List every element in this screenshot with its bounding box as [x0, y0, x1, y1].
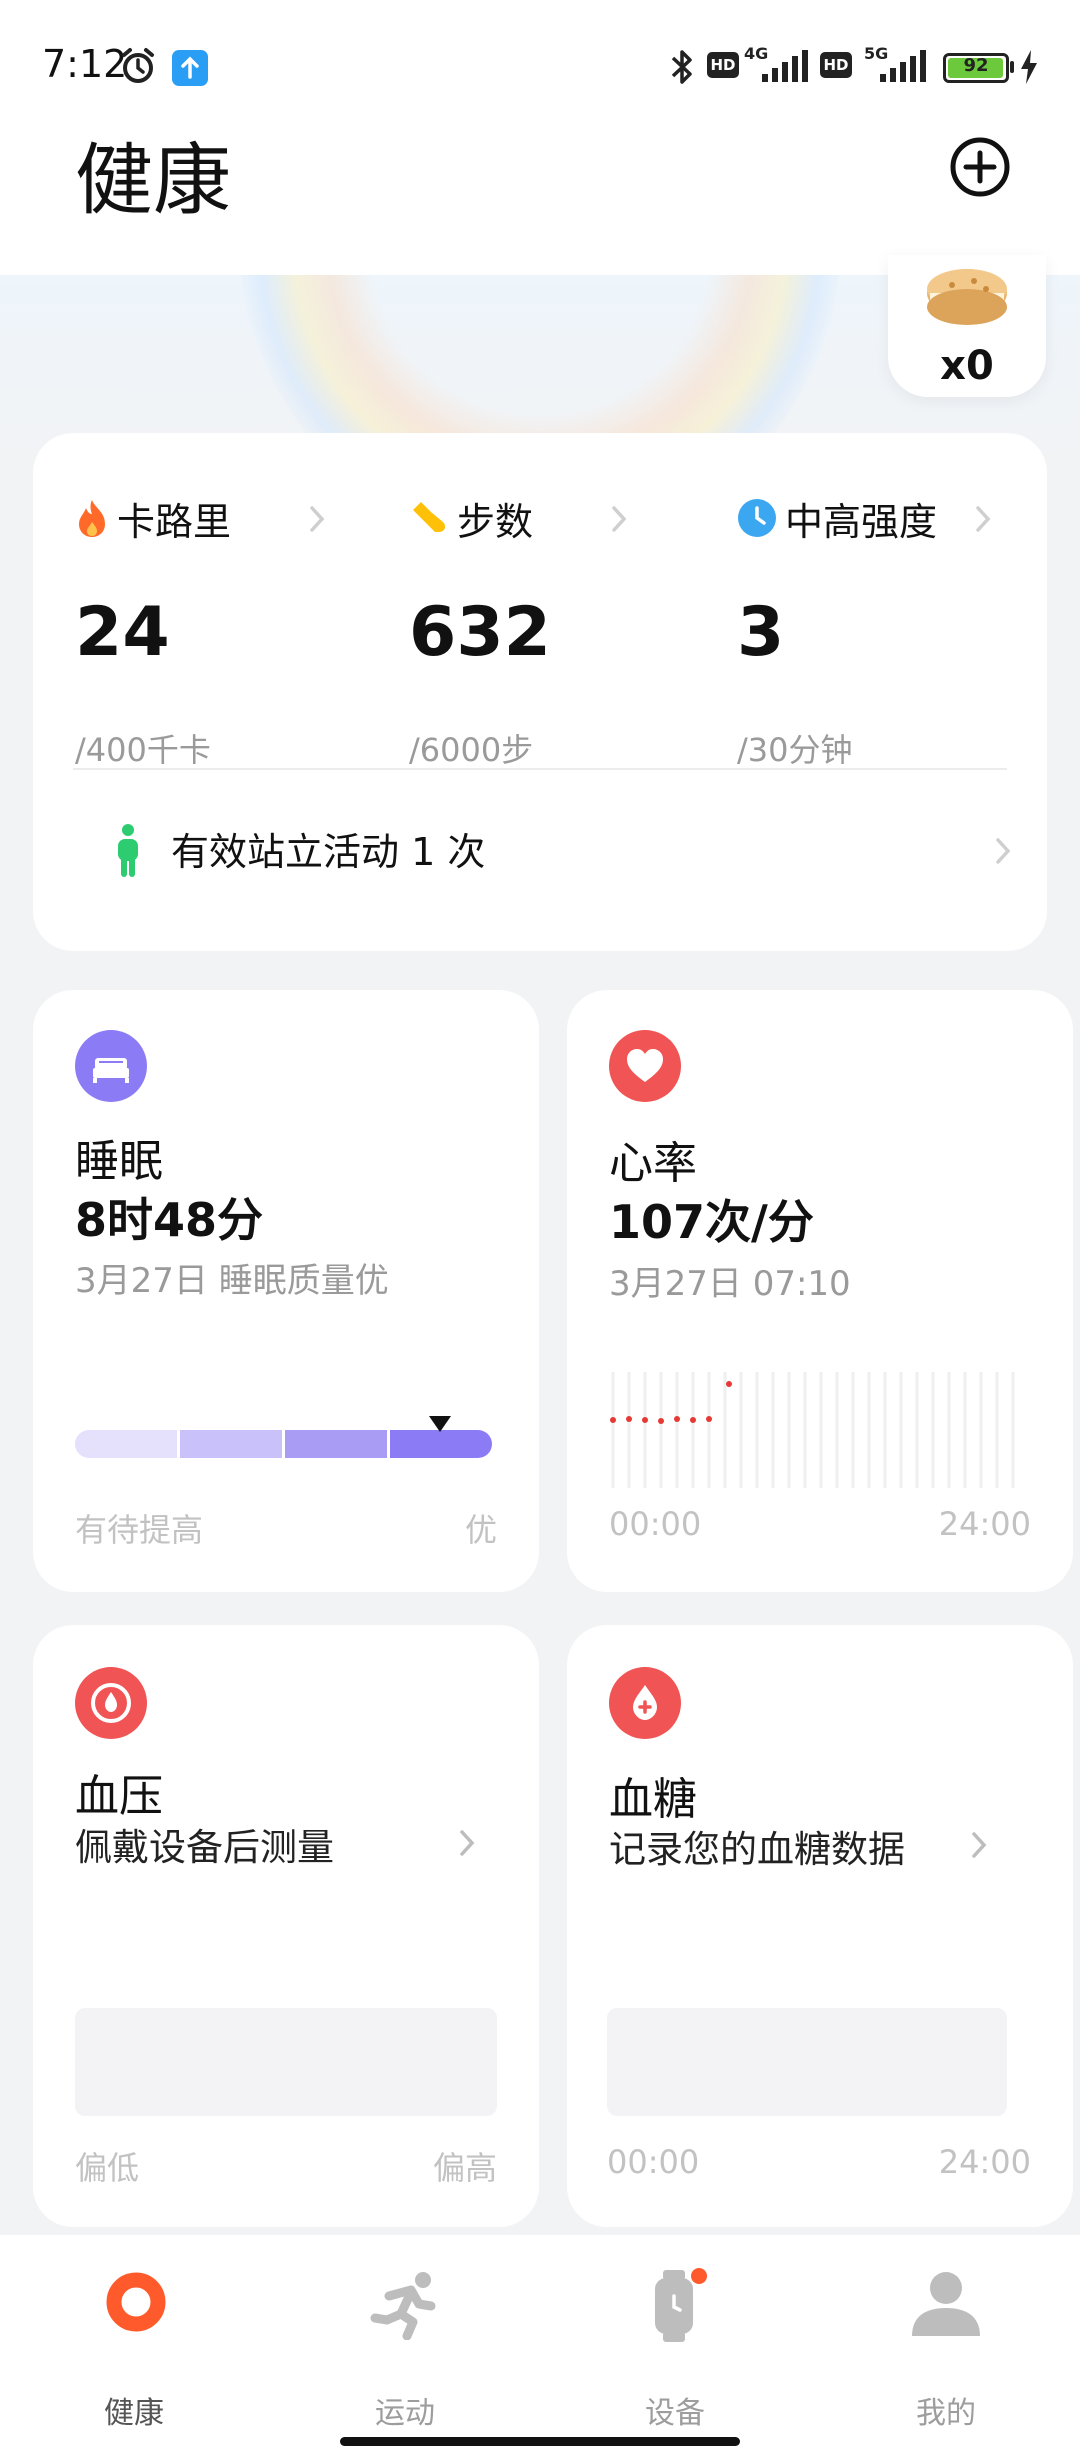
- stand-activity-row[interactable]: 有效站立活动 1 次: [73, 811, 1011, 891]
- tab-profile[interactable]: 我的: [846, 2270, 1046, 2431]
- chevron-right-icon: [612, 506, 627, 532]
- steps-goal: /6000步: [409, 731, 534, 769]
- steps-label: 步数: [457, 499, 534, 544]
- upload-notification-icon: [172, 50, 208, 86]
- quality-marker-icon: [429, 1416, 451, 1432]
- profile-icon: [912, 2272, 980, 2336]
- header: 7:12 HD 4G HD 5G 92 健康: [0, 0, 1080, 275]
- blood-sugar-title: 血糖: [609, 1774, 697, 1825]
- quality-segment: [75, 1430, 177, 1458]
- add-button[interactable]: [948, 135, 1012, 199]
- hd-badge-1: HD: [707, 52, 739, 78]
- blood-pressure-icon: [75, 1667, 147, 1739]
- shoe-icon: [413, 502, 446, 532]
- quality-segment: [180, 1430, 282, 1458]
- bottom-tab-bar: 健康 运动 设备 我的: [0, 2235, 1080, 2460]
- tab-health[interactable]: 健康: [34, 2270, 234, 2431]
- calories-label: 卡路里: [117, 499, 232, 544]
- tab-devices-label: 设备: [645, 2396, 705, 2431]
- blood-drop-icon: [609, 1667, 681, 1739]
- chevron-right-icon: [972, 1832, 987, 1858]
- flame-icon: [79, 500, 105, 537]
- chevron-right-icon: [976, 506, 991, 532]
- quality-segment: [285, 1430, 387, 1458]
- calories-goal: /400千卡: [75, 731, 211, 769]
- chevron-right-icon: [310, 506, 325, 532]
- sleep-duration: 8时48分: [75, 1193, 264, 1247]
- tab-health-label: 健康: [104, 2396, 164, 2431]
- sleep-date-quality: 3月27日 睡眠质量优: [75, 1261, 389, 1301]
- activity-summary-card: 卡路里 24 /400千卡 步数 632 /6000步 中高强度 3 /30分钟: [33, 433, 1047, 951]
- blood-pressure-card[interactable]: 血压 佩戴设备后测量 偏低 偏高: [33, 1625, 539, 2227]
- hd-badge-2: HD: [820, 52, 852, 78]
- blood-sugar-card[interactable]: 血糖 记录您的血糖数据 00:00 24:00: [567, 1625, 1073, 2227]
- clock-icon: [738, 499, 776, 537]
- sleep-scale-low: 有待提高: [75, 1511, 204, 1549]
- signal-icon-1: [762, 50, 808, 82]
- bluetooth-icon: [671, 50, 692, 84]
- blood-pressure-scale-low: 偏低: [75, 2149, 140, 2187]
- steps-value: 632: [409, 593, 551, 672]
- heart-rate-time: 3月27日 07:10: [609, 1264, 851, 1304]
- sleep-quality-bar: [75, 1416, 492, 1458]
- intensity-value: 3: [737, 593, 785, 672]
- divider: [73, 768, 1007, 770]
- bed-icon: [75, 1030, 147, 1102]
- calories-value: 24: [75, 593, 170, 672]
- heart-rate-card[interactable]: 心率 107次/分 3月27日 07:10 00:00 24:00: [567, 990, 1073, 1592]
- heart-rate-value: 107次/分: [609, 1195, 814, 1249]
- blood-pressure-title: 血压: [75, 1771, 163, 1822]
- heart-rate-gridlines: [611, 1372, 1015, 1488]
- device-notification-badge: [691, 2268, 707, 2284]
- sleep-card[interactable]: 睡眠 8时48分 3月27日 睡眠质量优 有待提高 优: [33, 990, 539, 1592]
- quality-segment: [390, 1430, 492, 1458]
- reward-badge[interactable]: x0: [888, 255, 1046, 397]
- heart-icon: [609, 1030, 681, 1102]
- page-title: 健康: [75, 136, 232, 226]
- status-bar: 7:12 HD 4G HD 5G 92: [0, 40, 1080, 96]
- standing-person-icon: [118, 824, 138, 877]
- health-ring-icon: [106, 2272, 166, 2332]
- heart-chart-end: 24:00: [938, 1505, 1031, 1543]
- signal-icon-2: [880, 50, 926, 82]
- charging-icon: [1021, 50, 1037, 84]
- blood-sugar-chart-start: 00:00: [607, 2143, 700, 2181]
- status-time: 7:12: [42, 42, 128, 86]
- blood-pressure-desc: 佩戴设备后测量: [75, 1826, 334, 1869]
- blood-sugar-desc: 记录您的血糖数据: [609, 1828, 905, 1871]
- intensity-label: 中高强度: [785, 499, 938, 544]
- battery-level: 92: [963, 55, 989, 76]
- chevron-right-icon: [996, 838, 1011, 864]
- cookie-icon: [927, 269, 1007, 325]
- alarm-icon: [122, 48, 154, 83]
- heart-chart-start: 00:00: [609, 1505, 702, 1543]
- blood-sugar-chart-end: 24:00: [938, 2143, 1031, 2181]
- tab-sports[interactable]: 运动: [305, 2270, 505, 2431]
- tab-profile-label: 我的: [916, 2396, 976, 2431]
- reward-count: x0: [940, 343, 994, 389]
- heart-rate-chart: [610, 1372, 1015, 1488]
- blood-sugar-chart-placeholder: [607, 2008, 1007, 2116]
- chevron-right-icon: [460, 1830, 475, 1856]
- blood-pressure-scale-high: 偏高: [432, 2149, 497, 2187]
- blood-pressure-chart-placeholder: [75, 2008, 497, 2116]
- intensity-goal: /30分钟: [737, 731, 853, 769]
- tab-sports-label: 运动: [375, 2396, 435, 2431]
- heart-rate-title: 心率: [609, 1138, 697, 1189]
- tab-devices[interactable]: 设备: [575, 2268, 775, 2431]
- home-indicator[interactable]: [340, 2437, 740, 2446]
- battery-icon: 92: [943, 53, 1009, 83]
- running-icon: [370, 2272, 436, 2340]
- sleep-title: 睡眠: [75, 1136, 163, 1187]
- sleep-scale-high: 优: [464, 1511, 497, 1549]
- stand-activity-text: 有效站立活动 1 次: [171, 830, 486, 874]
